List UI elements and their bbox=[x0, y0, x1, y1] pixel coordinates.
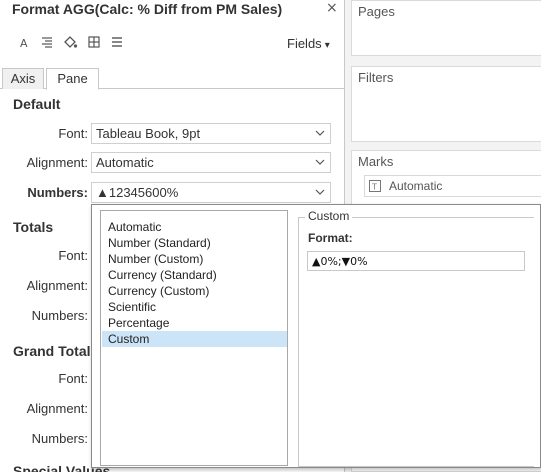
svg-text:A: A bbox=[20, 37, 28, 50]
tab-axis[interactable]: Axis bbox=[2, 68, 44, 89]
list-item-selected[interactable]: Custom bbox=[102, 331, 287, 347]
default-alignment-select[interactable]: Automatic bbox=[91, 152, 331, 173]
chevron-down-icon: ▾ bbox=[324, 40, 330, 51]
grand-totals-alignment-label: Alignment: bbox=[26, 401, 88, 416]
lines-icon[interactable] bbox=[109, 34, 125, 50]
list-item[interactable]: Currency (Custom) bbox=[102, 283, 287, 299]
alignment-icon[interactable] bbox=[39, 34, 55, 50]
grand-totals-section-title: Grand Totals bbox=[13, 343, 99, 359]
grand-totals-numbers-label: Numbers: bbox=[31, 431, 88, 446]
custom-format-group: Custom Format: bbox=[298, 209, 534, 467]
chevron-down-icon bbox=[315, 189, 325, 195]
default-font-label: Font: bbox=[58, 126, 88, 141]
format-pane-title: Format AGG(Calc: % Diff from PM Sales) bbox=[12, 1, 283, 17]
default-numbers-label: Numbers: bbox=[27, 185, 88, 200]
borders-icon[interactable] bbox=[86, 34, 102, 50]
totals-font-label: Font: bbox=[58, 248, 88, 263]
default-numbers-value: ▲12345600% bbox=[96, 185, 179, 200]
fields-menu-button[interactable]: Fields ▾ bbox=[287, 36, 330, 51]
totals-numbers-label: Numbers: bbox=[31, 308, 88, 323]
tab-pane[interactable]: Pane bbox=[46, 68, 99, 90]
totals-section-title: Totals bbox=[13, 219, 54, 235]
shading-icon[interactable] bbox=[62, 34, 78, 50]
pages-card[interactable]: Pages bbox=[351, 0, 541, 56]
mark-type-value: Automatic bbox=[389, 179, 443, 193]
tab-strip: Axis Pane bbox=[0, 68, 344, 90]
number-format-popup: Automatic Number (Standard) Number (Cust… bbox=[91, 204, 541, 468]
svg-text:T: T bbox=[371, 183, 377, 192]
grand-totals-font-label: Font: bbox=[58, 371, 88, 386]
custom-group-title: Custom bbox=[305, 209, 353, 223]
list-item[interactable]: Number (Standard) bbox=[102, 235, 287, 251]
list-item[interactable]: Number (Custom) bbox=[102, 251, 287, 267]
default-section-title: Default bbox=[13, 96, 61, 112]
list-item[interactable]: Currency (Standard) bbox=[102, 267, 287, 283]
filters-card-title: Filters bbox=[358, 70, 394, 85]
mark-type-select[interactable]: T Automatic bbox=[364, 175, 541, 197]
font-icon[interactable]: A bbox=[17, 34, 33, 50]
default-alignment-label: Alignment: bbox=[26, 155, 88, 170]
marks-card-title: Marks bbox=[358, 154, 394, 169]
totals-alignment-label: Alignment: bbox=[26, 278, 88, 293]
format-label: Format: bbox=[308, 231, 353, 245]
chevron-down-icon bbox=[315, 130, 325, 136]
number-category-list[interactable]: Automatic Number (Standard) Number (Cust… bbox=[100, 210, 288, 466]
default-font-value: Tableau Book, 9pt bbox=[96, 126, 201, 141]
list-item[interactable]: Scientific bbox=[102, 299, 287, 315]
list-item[interactable]: Percentage bbox=[102, 315, 287, 331]
text-mark-icon: T bbox=[369, 180, 381, 192]
custom-format-input[interactable] bbox=[307, 251, 525, 271]
default-font-select[interactable]: Tableau Book, 9pt bbox=[91, 123, 331, 144]
pages-card-title: Pages bbox=[358, 4, 395, 19]
format-toolbar: A Fields ▾ bbox=[0, 32, 344, 54]
chevron-down-icon bbox=[315, 159, 325, 165]
default-alignment-value: Automatic bbox=[96, 155, 154, 170]
default-numbers-select[interactable]: ▲12345600% bbox=[91, 182, 331, 203]
filters-card[interactable]: Filters bbox=[351, 66, 541, 142]
fields-menu-label: Fields bbox=[287, 36, 322, 51]
close-icon[interactable]: × bbox=[326, 0, 338, 16]
list-item[interactable]: Automatic bbox=[102, 219, 287, 235]
